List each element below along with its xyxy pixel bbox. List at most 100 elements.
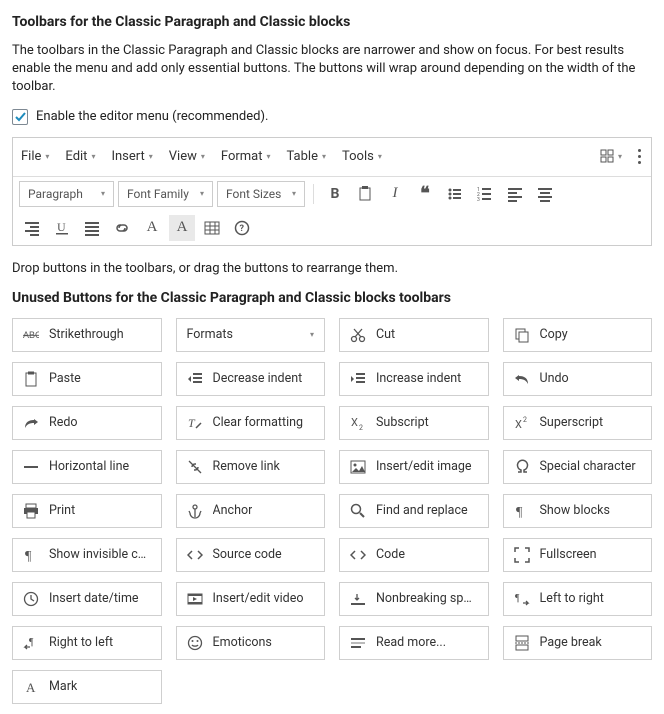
unused-button-show-invisible-chara[interactable]: Show invisible chara...: [12, 538, 162, 572]
rtl-icon: [23, 635, 39, 651]
unused-button-label: Fullscreen: [540, 547, 597, 562]
emoticon-icon: [187, 635, 203, 651]
menu-edit[interactable]: Edit▾: [65, 149, 95, 164]
unused-button-read-more[interactable]: Read more...: [339, 626, 489, 660]
unused-button-fullscreen[interactable]: Fullscreen: [503, 538, 653, 572]
omega-icon: [514, 459, 530, 475]
unused-button-label: Formats: [187, 327, 233, 342]
unused-button-label: Insert/edit video: [213, 591, 304, 606]
unused-button-label: Code: [376, 547, 405, 562]
unused-button-label: Mark: [49, 679, 77, 694]
anchor-icon: [187, 503, 203, 519]
unused-button-code[interactable]: Code: [339, 538, 489, 572]
unused-button-label: Page break: [540, 635, 602, 650]
unused-button-label: Strikethrough: [49, 327, 124, 342]
unused-button-copy[interactable]: Copy: [503, 318, 653, 352]
align-left-button[interactable]: [502, 181, 528, 207]
unordered-list-button[interactable]: [442, 181, 468, 207]
align-right-button[interactable]: [19, 215, 45, 241]
unused-button-subscript[interactable]: Subscript: [339, 406, 489, 440]
align-justify-button[interactable]: [79, 215, 105, 241]
ordered-list-button[interactable]: [472, 181, 498, 207]
unused-button-anchor[interactable]: Anchor: [176, 494, 326, 528]
unused-button-label: Insert/edit image: [376, 459, 472, 474]
clock-icon: [23, 591, 39, 607]
unused-button-show-blocks[interactable]: Show blocks: [503, 494, 653, 528]
unused-button-label: Show invisible chara...: [49, 547, 151, 562]
code-icon: [350, 547, 366, 563]
align-center-button[interactable]: [532, 181, 558, 207]
clipboard-button[interactable]: [352, 181, 378, 207]
unused-button-label: Redo: [49, 415, 78, 430]
unused-button-nonbreaking-space[interactable]: Nonbreaking space: [339, 582, 489, 616]
menu-table[interactable]: Table▾: [287, 149, 326, 164]
menu-tools[interactable]: Tools▾: [342, 149, 382, 164]
unused-button-undo[interactable]: Undo: [503, 362, 653, 396]
unused-button-increase-indent[interactable]: Increase indent: [339, 362, 489, 396]
unused-button-label: Emoticons: [213, 635, 272, 650]
menu-insert[interactable]: Insert▾: [111, 149, 152, 164]
unused-button-special-character[interactable]: Special character: [503, 450, 653, 484]
unused-button-decrease-indent[interactable]: Decrease indent: [176, 362, 326, 396]
unused-button-formats[interactable]: Formats▾: [176, 318, 326, 352]
unused-button-mark[interactable]: Mark: [12, 670, 162, 704]
unused-button-source-code[interactable]: Source code: [176, 538, 326, 572]
toolbar-grid-icon[interactable]: ▾: [598, 144, 624, 170]
unused-button-label: Remove link: [213, 459, 280, 474]
unused-button-label: Right to left: [49, 635, 113, 650]
unused-button-paste[interactable]: Paste: [12, 362, 162, 396]
unused-button-superscript[interactable]: Superscript: [503, 406, 653, 440]
unused-button-label: Increase indent: [376, 371, 461, 386]
print-icon: [23, 503, 39, 519]
underline-button[interactable]: [49, 215, 75, 241]
link-button[interactable]: [109, 215, 135, 241]
pagebreak-icon: [514, 635, 530, 651]
text-color-button[interactable]: A: [139, 215, 165, 241]
unused-button-label: Insert date/time: [49, 591, 139, 606]
code-icon: [187, 547, 203, 563]
unused-button-print[interactable]: Print: [12, 494, 162, 528]
unused-button-label: Decrease indent: [213, 371, 303, 386]
toolbar-overflow-icon[interactable]: [636, 147, 643, 166]
unused-button-redo[interactable]: Redo: [12, 406, 162, 440]
bold-button[interactable]: B: [322, 181, 348, 207]
unused-button-insert-edit-image[interactable]: Insert/edit image: [339, 450, 489, 484]
paragraph-select[interactable]: Paragraph▾: [19, 181, 114, 207]
unused-button-insert-date-time[interactable]: Insert date/time: [12, 582, 162, 616]
unused-button-right-to-left[interactable]: Right to left: [12, 626, 162, 660]
unused-button-label: Undo: [540, 371, 569, 386]
font-size-select[interactable]: Font Sizes▾: [217, 181, 305, 207]
menu-format[interactable]: Format▾: [221, 149, 271, 164]
editor-menu-bar: File▾ Edit▾ Insert▾ View▾ Format▾ Table▾…: [13, 138, 651, 177]
indent-icon: [350, 371, 366, 387]
unused-button-remove-link[interactable]: Remove link: [176, 450, 326, 484]
help-button[interactable]: [229, 215, 255, 241]
unused-button-find-and-replace[interactable]: Find and replace: [339, 494, 489, 528]
unused-button-insert-edit-video[interactable]: Insert/edit video: [176, 582, 326, 616]
menu-file[interactable]: File▾: [21, 149, 49, 164]
background-color-button[interactable]: A: [169, 215, 195, 241]
unused-button-label: Superscript: [540, 415, 604, 430]
unused-button-label: Read more...: [376, 635, 446, 650]
redo-icon: [23, 415, 39, 431]
paste-icon: [23, 371, 39, 387]
unused-button-label: Left to right: [540, 591, 604, 606]
enable-menu-checkbox[interactable]: [12, 109, 28, 125]
italic-button[interactable]: I: [382, 181, 408, 207]
unused-button-cut[interactable]: Cut: [339, 318, 489, 352]
unused-button-page-break[interactable]: Page break: [503, 626, 653, 660]
unused-button-clear-formatting[interactable]: Clear formatting: [176, 406, 326, 440]
unused-button-horizontal-line[interactable]: Horizontal line: [12, 450, 162, 484]
unused-button-emoticons[interactable]: Emoticons: [176, 626, 326, 660]
table-button[interactable]: [199, 215, 225, 241]
section-heading: Toolbars for the Classic Paragraph and C…: [12, 14, 652, 30]
blockquote-button[interactable]: ❝: [412, 181, 438, 207]
font-family-select[interactable]: Font Family▾: [118, 181, 213, 207]
sub-icon: [350, 415, 366, 431]
mark-icon: [23, 679, 39, 695]
menu-view[interactable]: View▾: [169, 149, 205, 164]
intro-text: The toolbars in the Classic Paragraph an…: [12, 42, 652, 97]
unused-button-left-to-right[interactable]: Left to right: [503, 582, 653, 616]
unused-button-strikethrough[interactable]: Strikethrough: [12, 318, 162, 352]
outdent-icon: [187, 371, 203, 387]
